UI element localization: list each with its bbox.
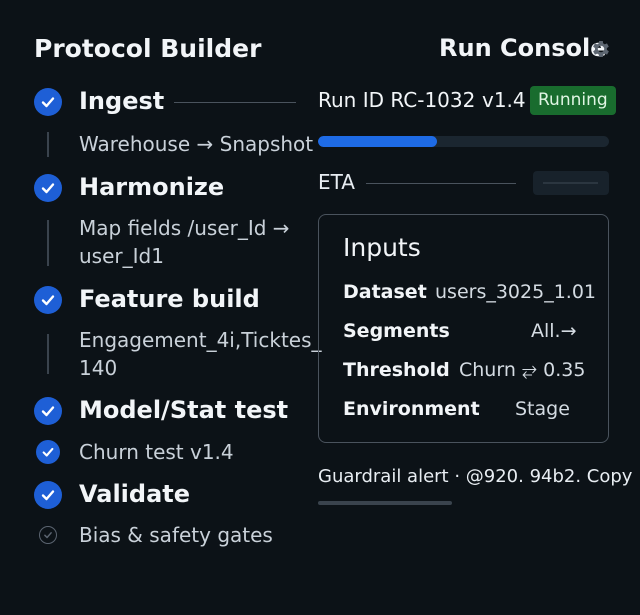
feature-build-detail-line1: Engagement_4i,Ticktes_ xyxy=(79,328,322,352)
ingest-check-icon[interactable] xyxy=(34,88,62,116)
dataset-value[interactable]: users_3025_1.01 xyxy=(435,281,596,303)
builder-title: Protocol Builder xyxy=(34,34,262,63)
validate-detail: Bias & safety gates xyxy=(79,523,273,547)
inputs-panel: Inputs Dataset users_3025_1.01 Segments … xyxy=(318,214,609,443)
model-test-check-icon[interactable] xyxy=(34,397,62,425)
segments-key: Segments xyxy=(343,320,450,342)
status-badge: Running xyxy=(530,86,616,115)
step-harmonize-label[interactable]: Harmonize xyxy=(79,173,224,201)
feature-build-detail-line2: 140 xyxy=(79,356,118,380)
inputs-title: Inputs xyxy=(343,233,421,262)
progress-fill xyxy=(318,136,438,147)
feature-build-connector xyxy=(47,334,49,374)
eta-divider xyxy=(366,183,516,184)
eta-value-field[interactable] xyxy=(533,171,609,195)
harmonize-detail-line1: Map fields /user_Id → xyxy=(79,216,290,240)
harmonize-connector xyxy=(47,220,49,266)
progress-bar xyxy=(318,136,609,147)
dataset-key: Dataset xyxy=(343,281,427,303)
ingest-detail: Warehouse → Snapshot xyxy=(79,132,314,156)
feature-build-check-icon[interactable] xyxy=(34,286,62,314)
ingest-divider xyxy=(174,102,296,103)
run-id: Run ID RC-1032 xyxy=(318,88,476,112)
harmonize-detail-line2: user_Id1 xyxy=(79,244,164,268)
step-model-test-label[interactable]: Model/Stat test xyxy=(79,396,288,424)
ingest-connector xyxy=(47,132,49,157)
threshold-key: Threshold xyxy=(343,359,450,381)
bias-gates-pending-icon[interactable] xyxy=(39,526,57,544)
validate-check-icon[interactable] xyxy=(34,481,62,509)
guardrail-alert[interactable]: Guardrail alert · @920. 94b2. Copy xyxy=(318,466,632,487)
segments-value[interactable]: All.→ xyxy=(531,320,577,342)
eta-label: ETA xyxy=(318,170,355,194)
environment-key: Environment xyxy=(343,398,480,420)
run-version: v1.4 xyxy=(482,88,526,112)
step-ingest-label[interactable]: Ingest xyxy=(79,87,164,115)
threshold-value[interactable]: Churn ⥂ 0.35 xyxy=(459,359,585,381)
harmonize-check-icon[interactable] xyxy=(34,174,62,202)
model-test-detail: Churn test v1.4 xyxy=(79,440,234,464)
step-validate-label[interactable]: Validate xyxy=(79,480,190,508)
gear-icon[interactable] xyxy=(590,38,612,60)
console-title: Run Console xyxy=(439,34,607,62)
guardrail-bar xyxy=(318,501,452,505)
churn-test-check-icon[interactable] xyxy=(36,440,60,464)
environment-value[interactable]: Stage xyxy=(515,398,570,420)
step-feature-build-label[interactable]: Feature build xyxy=(79,285,260,313)
